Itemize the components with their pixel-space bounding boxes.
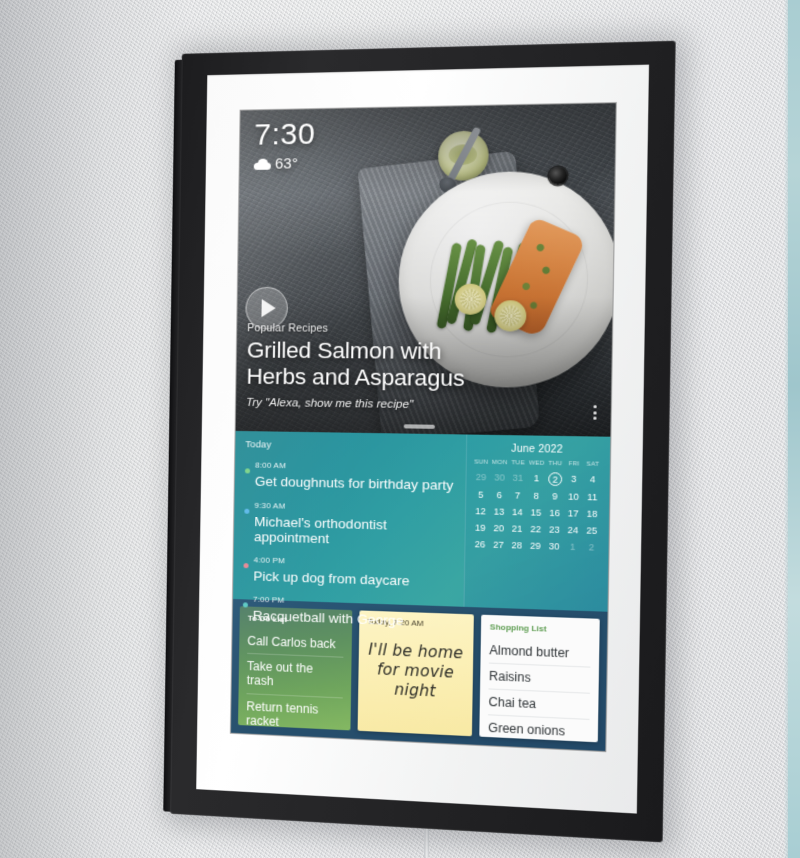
calendar-day[interactable]: 13	[490, 506, 509, 520]
agenda-list: 8:00 AM Get doughnuts for birthday party 9…	[242, 455, 458, 631]
agenda-event[interactable]: 8:00 AM Get doughnuts for birthday party	[244, 455, 458, 494]
calendar-dow-header: SUN	[474, 459, 489, 467]
calendar-dow-header: THU	[548, 461, 563, 468]
calendar-day[interactable]: 31	[509, 472, 528, 487]
calendar-dow-header: FRI	[568, 461, 580, 468]
shopping-items: Almond butter Raisins Chai tea Green onions	[488, 637, 591, 742]
shopping-list-card[interactable]: Shopping List Almond butter Raisins Chai t…	[479, 614, 600, 743]
calendar-day[interactable]: 3	[564, 473, 583, 488]
calendar-day[interactable]: 30	[545, 540, 564, 554]
event-color-dot	[242, 602, 248, 608]
calendar-day[interactable]: 22	[526, 523, 545, 537]
status-cluster: 7:30 63°	[254, 117, 316, 173]
calendar-dow-header: MON	[491, 460, 508, 467]
recipe-text-block: Popular Recipes Grilled Salmon with Herb…	[246, 323, 505, 413]
cloud-icon	[254, 159, 271, 170]
calendar-day[interactable]: 10	[564, 491, 583, 505]
calendar-day[interactable]: 11	[583, 491, 602, 505]
play-icon	[261, 299, 276, 318]
calendar-day[interactable]: 9	[545, 490, 564, 504]
event-time: 8:00 AM	[255, 460, 287, 471]
event-time: 4:00 PM	[253, 555, 286, 566]
smart-display-device: 7:30 63° Popular Recipes Grilled Salmon …	[163, 34, 687, 856]
calendar-day[interactable]: 28	[507, 539, 526, 553]
event-color-dot	[244, 468, 251, 474]
shopping-list-label: Shopping List	[489, 622, 547, 634]
recipe-hero-card[interactable]: 7:30 63° Popular Recipes Grilled Salmon …	[235, 103, 616, 438]
weather-widget[interactable]: 63°	[254, 155, 315, 173]
calendar-day[interactable]: 17	[564, 507, 583, 521]
todo-item[interactable]: Take out the trash	[246, 654, 344, 699]
calendar-day[interactable]: 29	[526, 540, 545, 554]
event-title: Pick up dog from daycare	[253, 568, 410, 589]
wall-shadow	[0, 0, 190, 858]
calendar-day[interactable]: 7	[508, 489, 527, 503]
calendar-day[interactable]: 1	[563, 541, 582, 555]
wall-accent-strip	[788, 0, 800, 858]
calendar-day[interactable]: 29	[472, 471, 491, 486]
agenda-event[interactable]: 4:00 PM Pick up dog from daycare	[243, 549, 456, 590]
calendar-day[interactable]: 5	[471, 489, 490, 503]
clock-time: 7:30	[254, 117, 316, 152]
page-indicator[interactable]	[403, 424, 435, 430]
event-color-dot	[244, 508, 250, 514]
event-color-dot	[243, 563, 249, 569]
agenda-event[interactable]: 9:30 AM Michael's orthodontist appointmen…	[244, 494, 457, 550]
event-body: 8:00 AM Get doughnuts for birthday party	[255, 455, 458, 494]
calendar-day-today[interactable]: 2	[546, 472, 565, 487]
shopping-item[interactable]: Almond butter	[489, 637, 591, 668]
calendar-day[interactable]: 27	[489, 539, 508, 553]
calendar-day[interactable]: 19	[471, 522, 490, 536]
calendar-day[interactable]: 12	[471, 505, 490, 519]
calendar-day[interactable]: 16	[545, 507, 564, 521]
display-screen[interactable]: 7:30 63° Popular Recipes Grilled Salmon …	[230, 103, 616, 752]
calendar-dow-header: TUE	[511, 460, 525, 467]
sticky-note-card[interactable]: Today, 7:20 AM I'll be home for movie ni…	[357, 610, 475, 737]
calendar-day[interactable]: 30	[490, 471, 509, 486]
todo-items: Call Carlos back Take out the trash Return…	[246, 628, 344, 731]
calendar-day[interactable]: 23	[545, 523, 564, 537]
calendar-month-title: June 2022	[511, 443, 563, 457]
calendar-day[interactable]: 25	[582, 524, 601, 538]
recipe-title: Grilled Salmon with Herbs and Asparagus	[246, 337, 465, 391]
event-time: 9:30 AM	[254, 500, 286, 511]
event-body: 9:30 AM Michael's orthodontist appointmen…	[254, 494, 457, 550]
calendar-day[interactable]: 26	[471, 538, 490, 552]
calendar-day[interactable]: 6	[490, 489, 509, 503]
note-body: I'll be home for movie night	[368, 640, 464, 701]
calendar-day[interactable]: 20	[489, 522, 508, 536]
calendar-grid: SUN MON TUE WED THU FRI SAT 29 30 31 1 2 3 4 5 6 7 8 9 10 11…	[471, 460, 603, 556]
event-body: 7:00 PM Racquetball with George	[253, 589, 456, 631]
calendar-dow-header: SAT	[586, 461, 600, 469]
calendar-day[interactable]: 2	[582, 541, 601, 555]
calendar-day[interactable]: 8	[527, 490, 546, 504]
calendar-dow-header: WED	[528, 460, 545, 468]
event-title: Michael's orthodontist appointment	[253, 513, 387, 547]
calendar-day[interactable]: 21	[508, 523, 527, 537]
kebab-menu-icon[interactable]	[593, 405, 597, 421]
event-body: 4:00 PM Pick up dog from daycare	[253, 549, 456, 590]
wall-accent-strip-edge	[784, 0, 788, 858]
recipe-kicker: Popular Recipes	[247, 322, 329, 336]
frame-matte-board: 7:30 63° Popular Recipes Grilled Salmon …	[196, 64, 650, 814]
calendar-panel[interactable]: June 2022 SUN MON TUE WED THU FRI SAT 29 30 31 1 2 3…	[463, 434, 611, 612]
agenda-panel[interactable]: Today 8:00 AM Get doughnuts for birthday …	[233, 431, 467, 629]
event-time: 7:00 PM	[252, 594, 285, 606]
calendar-day[interactable]: 18	[583, 508, 602, 522]
calendar-day[interactable]: 4	[583, 473, 602, 488]
todo-item[interactable]: Call Carlos back	[247, 628, 344, 659]
agenda-label: Today	[245, 439, 272, 451]
event-title: Get doughnuts for birthday party	[254, 473, 454, 494]
calendar-day[interactable]: 15	[527, 506, 546, 520]
todo-item[interactable]: Return tennis racket	[246, 694, 342, 731]
scene: 7:30 63° Popular Recipes Grilled Salmon …	[0, 0, 800, 858]
shopping-item[interactable]: Green onions	[488, 715, 589, 742]
calendar-day[interactable]: 24	[564, 524, 583, 538]
calendar-day[interactable]: 14	[508, 506, 527, 520]
temperature-value: 63°	[274, 155, 298, 173]
calendar-day[interactable]: 1	[527, 472, 546, 487]
agenda-calendar-band: Today 8:00 AM Get doughnuts for birthday …	[233, 431, 611, 629]
